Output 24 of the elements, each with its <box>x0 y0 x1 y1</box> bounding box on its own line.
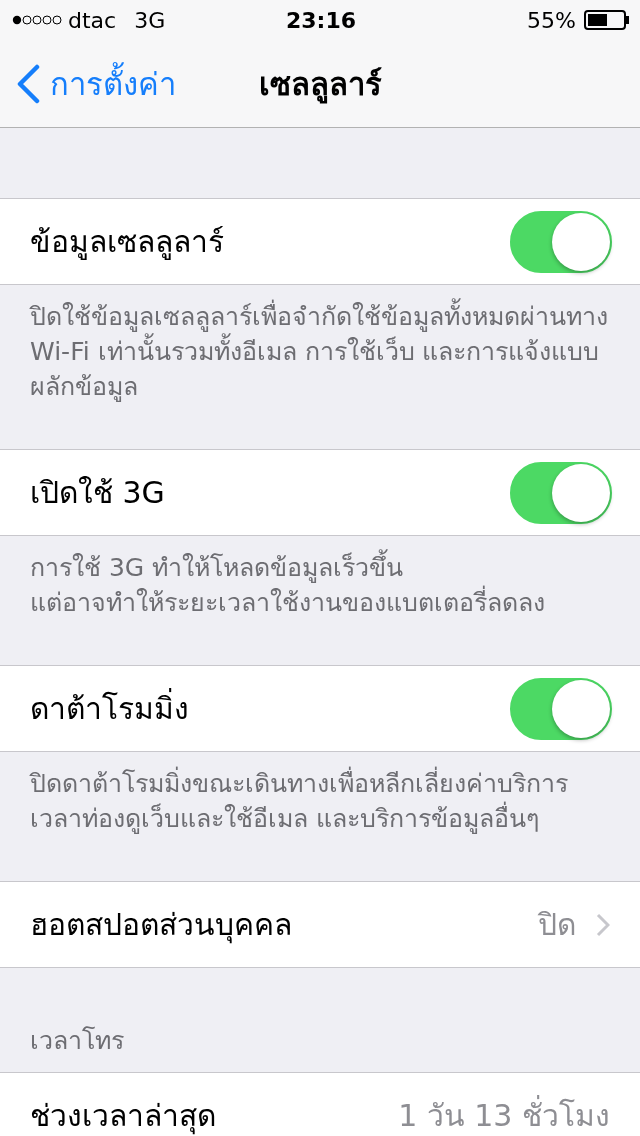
row-label: ฮอตสปอตส่วนบุคคล <box>30 906 293 946</box>
chevron-left-icon <box>16 63 40 104</box>
battery-percent: 55% <box>527 7 576 33</box>
row-label: ดาต้าโรมมิ่ง <box>30 685 510 732</box>
section-footer: การใช้ 3G ทำให้โหลดข้อมูลเร็วขึ้น แต่อาจทำให้ระยะเวลาใช้งานของแบตเตอรี่ลดลง <box>0 536 640 665</box>
toggle-switch[interactable] <box>510 461 612 524</box>
carrier-name: dtac <box>68 7 117 33</box>
section-header: เวลาโทร <box>29 1025 125 1057</box>
row-value: 1 วัน 13 ชั่วโมง <box>398 1092 610 1136</box>
row-label: เปิดใช้ 3G <box>30 474 166 512</box>
section-footer: ปิดดาต้าโรมมิ่งขณะเดินทางเพื่อหลีกเลี่ยงค่าบริการ เวลาท่องดูเว็บและใช้อีเมล และบริการข้อมูลอื่นๆ <box>0 752 640 881</box>
chevron-right-icon <box>596 912 610 937</box>
battery-icon <box>584 10 630 30</box>
screen-title: เซลลูลาร์ <box>258 64 382 106</box>
row-label: ข้อมูลเซลลูลาร์ <box>30 223 225 262</box>
network-type: 3G <box>134 7 166 33</box>
status-time: 23:16 <box>286 7 356 33</box>
row-value: ปิด <box>538 906 576 944</box>
signal-icon <box>12 15 62 25</box>
section-footer: ปิดใช้ข้อมูลเซลลูลาร์เพื่อจำกัดใช้ข้อมูลทั้งหมดผ่านทาง Wi-Fi เท่านั้นรวมทั้งอีเมล การใช้เว็บ และการแจ้งแบบผลักข้อมูล <box>0 285 640 449</box>
back-button[interactable]: การตั้งค่า <box>0 58 176 109</box>
row-label: ช่วงเวลาล่าสุด <box>30 1097 217 1136</box>
toggle-switch[interactable] <box>510 210 612 273</box>
toggle-switch[interactable] <box>510 677 612 740</box>
